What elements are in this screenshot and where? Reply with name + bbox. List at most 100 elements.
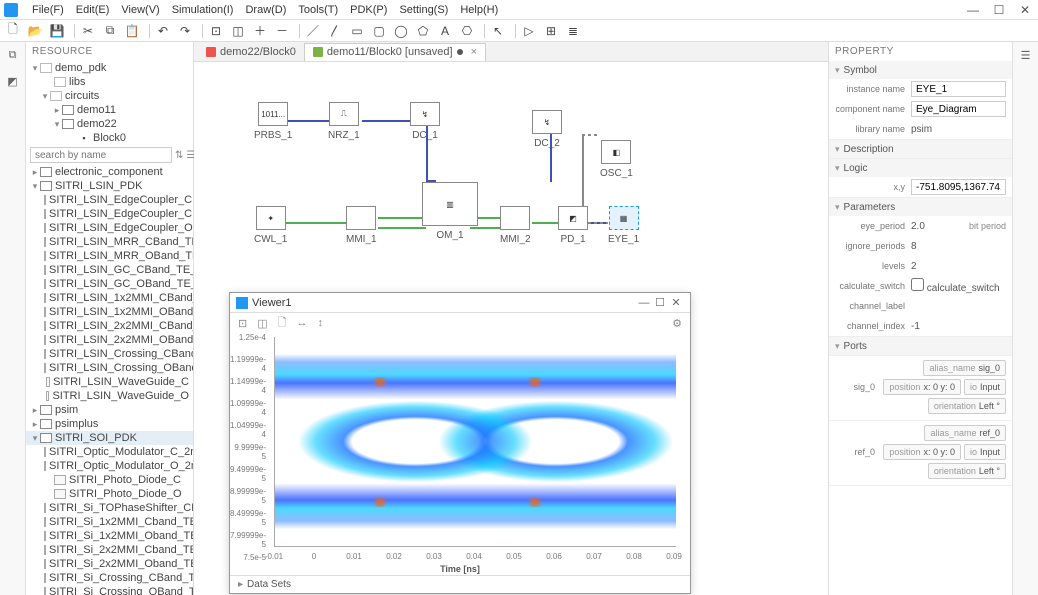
- tree-component[interactable]: SITRI_Si_2x2MMI_Oband_TE: [26, 557, 193, 571]
- viewer-close-icon[interactable]: ✕: [668, 296, 684, 309]
- viewer-titlebar[interactable]: Viewer1 — ☐ ✕: [230, 293, 690, 313]
- copy-icon[interactable]: ⧉: [101, 22, 119, 40]
- sort-icon[interactable]: ⇅: [175, 148, 183, 162]
- block-mmi2[interactable]: MMI_2: [500, 206, 531, 245]
- resource-search-input[interactable]: [30, 147, 172, 163]
- polyline-tool-icon[interactable]: 〳: [326, 22, 344, 40]
- section-parameters[interactable]: ▾Parameters: [829, 198, 1012, 216]
- port-sig0-io[interactable]: ioInput: [964, 379, 1006, 395]
- value-channel-index[interactable]: -1: [911, 321, 1006, 332]
- tree-circuits[interactable]: ▾circuits: [26, 89, 193, 103]
- copy-panel-icon[interactable]: ⧉: [4, 46, 22, 64]
- open-file-icon[interactable]: 📂: [26, 22, 44, 40]
- lib-electronic[interactable]: ▸electronic_component: [26, 165, 193, 179]
- polygon-tool-icon[interactable]: ⬠: [414, 22, 432, 40]
- block-eye[interactable]: ▦EYE_1: [608, 206, 639, 245]
- save-icon[interactable]: 💾: [48, 22, 66, 40]
- zoom-out-icon[interactable]: －: [273, 22, 291, 40]
- schematic-canvas[interactable]: 1011...PRBS_1 ⎍NRZ_1 ↯DC_1 ↯DC_2 ◧OSC_1 …: [194, 62, 828, 595]
- settings-strip-icon[interactable]: ☰: [1017, 46, 1035, 64]
- menu-pdk[interactable]: PDK(P): [344, 4, 393, 16]
- viewer-window[interactable]: Viewer1 — ☐ ✕ ⊡ ◫ 🗋 ↔ ↕ ⚙ 1.25e-41.19999…: [229, 292, 691, 594]
- text-tool-icon[interactable]: A: [436, 22, 454, 40]
- viewer-pan-icon[interactable]: ↔: [296, 317, 307, 329]
- tree-component[interactable]: SITRI_Si_2x2MMI_Cband_TE: [26, 543, 193, 557]
- cube-panel-icon[interactable]: ◩: [4, 72, 22, 90]
- grid-icon[interactable]: ⊞: [542, 22, 560, 40]
- menu-edit[interactable]: Edit(E): [70, 4, 116, 16]
- port-ref0-orientation[interactable]: orientationLeft °: [928, 463, 1006, 479]
- tree-component[interactable]: SITRI_LSIN_MRR_OBand_TE_1p0_: [26, 249, 193, 263]
- zoom-rubber-icon[interactable]: ◫: [229, 22, 247, 40]
- pointer-tool-icon[interactable]: ↖: [489, 22, 507, 40]
- lib-psim[interactable]: ▸psim: [26, 403, 193, 417]
- block-mmi1[interactable]: MMI_1: [346, 206, 377, 245]
- tree-component[interactable]: SITRI_LSIN_EdgeCoupler_CBand_: [26, 207, 193, 221]
- value-ignore-periods[interactable]: 8: [911, 241, 1006, 252]
- block-cwl[interactable]: ✦CWL_1: [254, 206, 287, 245]
- viewer-cursor-icon[interactable]: ↕: [317, 317, 323, 329]
- tree-component[interactable]: SITRI_LSIN_Crossing_CBand_TE_: [26, 347, 193, 361]
- tree-demo22[interactable]: ▾demo22: [26, 117, 193, 131]
- input-instance-name[interactable]: [911, 81, 1006, 97]
- tree-component[interactable]: SITRI_LSIN_2x2MMI_OBand_TE_0: [26, 333, 193, 347]
- port-sig0-position[interactable]: positionx: 0 y: 0: [883, 379, 961, 395]
- viewer-minimize-icon[interactable]: —: [636, 297, 652, 309]
- rect-tool-icon[interactable]: ▭: [348, 22, 366, 40]
- layers-icon[interactable]: ≣: [564, 22, 582, 40]
- tab-demo11[interactable]: demo11/Block0 [unsaved]×: [304, 43, 486, 61]
- menu-tools[interactable]: Tools(T): [292, 4, 344, 16]
- block-dc2[interactable]: ↯DC_2: [532, 110, 562, 149]
- viewer-maximize-icon[interactable]: ☐: [652, 296, 668, 309]
- tree-component[interactable]: SITRI_LSIN_Crossing_OBand_TE_: [26, 361, 193, 375]
- checkbox-calc-switch[interactable]: calculate_switch: [911, 278, 1006, 294]
- port-sig0-alias[interactable]: alias_namesig_0: [923, 360, 1006, 376]
- value-eye-period[interactable]: 2.0: [911, 221, 965, 232]
- eye-diagram-plot[interactable]: [274, 337, 676, 547]
- port-ref0-io[interactable]: ioInput: [964, 444, 1006, 460]
- tree-component[interactable]: SITRI_LSIN_1x2MMI_OBand_TE_0: [26, 305, 193, 319]
- tree-block0[interactable]: ▪Block0: [26, 131, 193, 145]
- run-simulation-icon[interactable]: ▷: [520, 22, 538, 40]
- menu-draw[interactable]: Draw(D): [239, 4, 292, 16]
- section-ports[interactable]: ▾Ports: [829, 337, 1012, 355]
- section-description[interactable]: ▾Description: [829, 140, 1012, 158]
- menu-setting[interactable]: Setting(S): [393, 4, 454, 16]
- tree-component[interactable]: SITRI_Photo_Diode_C: [26, 473, 193, 487]
- block-pd[interactable]: ◩PD_1: [558, 206, 588, 245]
- port-ref0-alias[interactable]: alias_nameref_0: [924, 425, 1006, 441]
- tree-component[interactable]: SITRI_Si_Crossing_CBand_TE_S_: [26, 571, 193, 585]
- tree-component[interactable]: SITRI_Photo_Diode_O: [26, 487, 193, 501]
- redo-icon[interactable]: ↷: [176, 22, 194, 40]
- menu-help[interactable]: Help(H): [454, 4, 504, 16]
- viewer-zoom-box-icon[interactable]: ◫: [257, 317, 267, 330]
- pin-tool-icon[interactable]: ⎔: [458, 22, 476, 40]
- tree-component[interactable]: SITRI_LSIN_EdgeCoupler_CBand_: [26, 193, 193, 207]
- tab-close-icon[interactable]: ×: [471, 46, 477, 58]
- undo-icon[interactable]: ↶: [154, 22, 172, 40]
- viewer-zoom-fit-icon[interactable]: ⊡: [238, 317, 247, 330]
- tree-root[interactable]: ▾demo_pdk: [26, 61, 193, 75]
- viewer-copy-icon[interactable]: 🗋: [278, 314, 287, 333]
- line-tool-icon[interactable]: ／: [304, 22, 322, 40]
- tree-component[interactable]: SITRI_LSIN_1x2MMI_CBand_TE_1: [26, 291, 193, 305]
- menu-view[interactable]: View(V): [115, 4, 165, 16]
- lib-sitri-lsin[interactable]: ▾SITRI_LSIN_PDK: [26, 179, 193, 193]
- ellipse-tool-icon[interactable]: ◯: [392, 22, 410, 40]
- port-ref0-position[interactable]: positionx: 0 y: 0: [883, 444, 961, 460]
- tree-libs[interactable]: libs: [26, 75, 193, 89]
- paste-icon[interactable]: 📋: [123, 22, 141, 40]
- tree-component[interactable]: SITRI_Si_1x2MMI_Oband_TE: [26, 529, 193, 543]
- block-osc[interactable]: ◧OSC_1: [600, 140, 633, 179]
- block-prbs[interactable]: 1011...PRBS_1: [254, 102, 292, 141]
- tree-component[interactable]: SITRI_Optic_Modulator_C_2mm: [26, 445, 193, 459]
- tree-component[interactable]: SITRI_LSIN_MRR_CBand_TE_1p0_: [26, 235, 193, 249]
- section-logic[interactable]: ▾Logic: [829, 159, 1012, 177]
- port-sig0-orientation[interactable]: orientationLeft °: [928, 398, 1006, 414]
- chart-area[interactable]: 1.25e-41.19999e-41.14999e-41.09999e-41.0…: [230, 333, 690, 575]
- tree-component[interactable]: SITRI_Optic_Modulator_O_2mm: [26, 459, 193, 473]
- lib-sitri-soi[interactable]: ▾SITRI_SOI_PDK: [26, 431, 193, 445]
- window-maximize-icon[interactable]: ☐: [990, 3, 1008, 17]
- lib-psimplus[interactable]: ▸psimplus: [26, 417, 193, 431]
- window-close-icon[interactable]: ✕: [1016, 3, 1034, 17]
